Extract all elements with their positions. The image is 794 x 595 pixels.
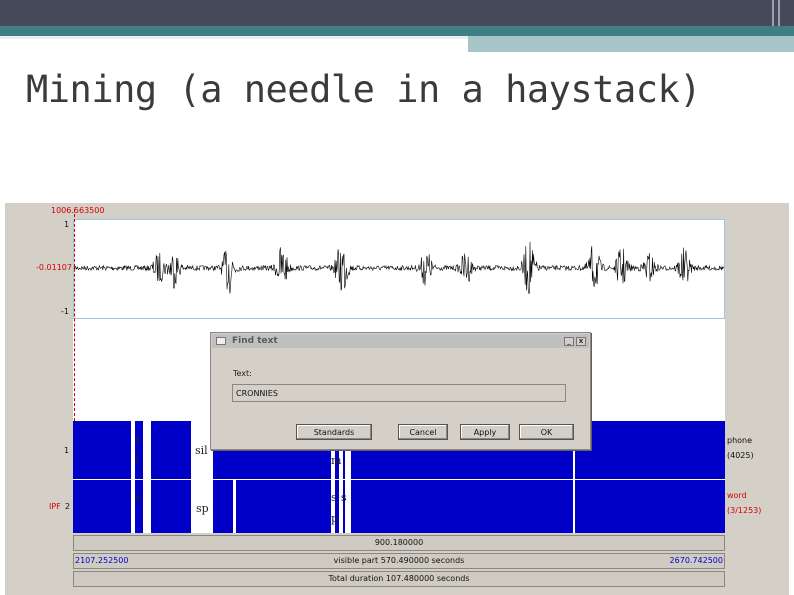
visible-part-bar[interactable]: 2107.252500 visible part 570.490000 seco…: [73, 553, 725, 569]
tier2-label[interactable]: s: [135, 491, 141, 504]
minimize-icon[interactable]: _: [564, 337, 574, 346]
tier2-label[interactable]: p: [331, 512, 338, 525]
slide-accent-bar: [0, 26, 794, 36]
interval-boundary: [143, 421, 151, 533]
waveform-trace: [73, 241, 725, 294]
amplitude-min-label: -1: [61, 307, 69, 316]
close-icon[interactable]: x: [576, 337, 586, 346]
tier2-label[interactable]: sp: [196, 502, 209, 515]
amplitude-mid-label: -0.01107: [36, 263, 72, 272]
interval-boundary: [233, 479, 236, 533]
slide-top-bar: [0, 0, 794, 26]
tier2-number: 2: [65, 502, 71, 511]
tier1-label[interactable]: m: [331, 454, 341, 467]
text-field-label: Text:: [233, 369, 252, 378]
tier1-number: 1: [64, 446, 70, 455]
window-icon: [216, 337, 226, 345]
ok-button[interactable]: OK: [519, 424, 574, 440]
total-duration-bar[interactable]: Total duration 107.480000 seconds: [73, 571, 725, 587]
tier1-label[interactable]: s: [135, 433, 141, 446]
tier2-label[interactable]: s: [331, 491, 337, 504]
slide-accent-line: [0, 36, 468, 39]
tier2-label[interactable]: s: [341, 491, 347, 504]
search-text-input[interactable]: [232, 384, 566, 402]
tier1-label[interactable]: sil: [195, 444, 208, 457]
tier1-name: phone: [727, 436, 753, 445]
waveform-panel[interactable]: [73, 219, 725, 319]
standards-button[interactable]: Standards: [296, 424, 372, 440]
cursor-time-label: 1006.563500: [51, 206, 105, 215]
selection-duration-bar[interactable]: 900.180000: [73, 535, 725, 551]
slide-light-bar: [468, 36, 794, 52]
tier2-name: word: [727, 491, 747, 500]
dialog-title-bar[interactable]: Find text _ x: [212, 334, 589, 348]
apply-button[interactable]: Apply: [460, 424, 510, 440]
selection-duration: 900.180000: [374, 538, 424, 547]
tier2-count: (3/1253): [727, 506, 762, 515]
tier1-label[interactable]: i: [135, 453, 139, 466]
tier1-count: (4025): [727, 451, 754, 460]
slide-bar-divider: [772, 0, 774, 26]
tier2-marker: IPF: [49, 502, 61, 511]
amplitude-max-label: 1: [64, 220, 70, 229]
visible-part-text: visible part 570.490000 seconds: [333, 556, 465, 565]
interval-boundary: [573, 441, 575, 533]
visible-start-time: 2107.252500: [75, 556, 129, 565]
slide-title: Mining (a needle in a haystack): [26, 68, 702, 111]
time-cursor: [74, 209, 75, 421]
slide-bar-divider: [778, 0, 780, 26]
praat-window: 1006.563500 1 -0.01107 -1 s i sil m s sp…: [5, 203, 789, 595]
tier-separator: [73, 479, 725, 480]
visible-end-time: 2670.742500: [669, 556, 723, 565]
dialog-title: Find text: [232, 336, 278, 346]
find-text-dialog: Find text _ x Text: Standards Cancel App…: [210, 332, 591, 450]
total-duration-text: Total duration 107.480000 seconds: [328, 574, 470, 583]
cancel-button[interactable]: Cancel: [398, 424, 448, 440]
waveform: [73, 241, 725, 294]
